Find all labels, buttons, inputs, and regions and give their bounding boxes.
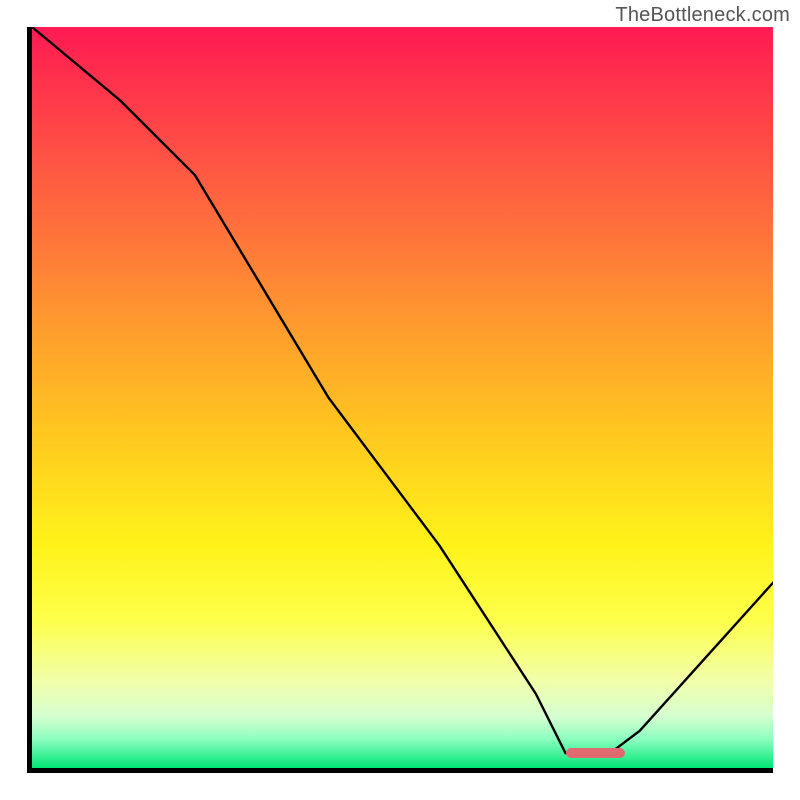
optimal-range-marker — [566, 748, 625, 758]
plot-area — [32, 27, 773, 768]
x-axis — [27, 768, 773, 773]
bottleneck-curve-path — [32, 27, 773, 753]
watermark-text: TheBottleneck.com — [615, 4, 790, 27]
bottleneck-chart: TheBottleneck.com — [0, 0, 800, 800]
curve-svg — [32, 27, 773, 768]
